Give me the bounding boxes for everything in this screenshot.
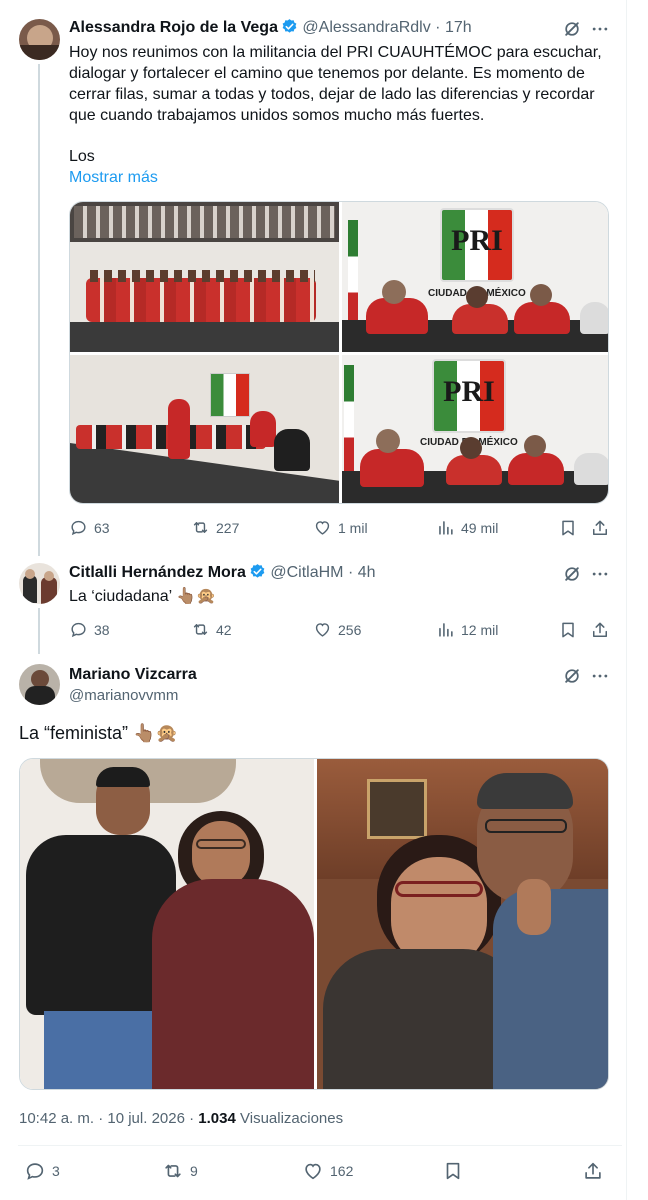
author-handle[interactable]: @AlessandraRdlv — [302, 19, 430, 36]
reply-icon — [69, 518, 88, 537]
share-icon[interactable] — [590, 620, 610, 640]
pri-logo-text: PRI — [443, 375, 495, 408]
dot-separator: · — [435, 19, 441, 36]
more-icon[interactable] — [590, 19, 610, 39]
photo-4[interactable]: PRI CIUDAD DE MÉXICO — [342, 355, 608, 503]
bookmark-icon[interactable] — [558, 518, 578, 538]
reply-icon — [24, 1160, 46, 1182]
more-icon[interactable] — [590, 564, 610, 584]
views-icon — [436, 620, 455, 639]
grok-icon[interactable] — [562, 19, 582, 39]
reply-button[interactable]: 38 — [69, 620, 110, 639]
share-icon[interactable] — [590, 518, 610, 538]
repost-icon — [162, 1160, 184, 1182]
tweet-text: La “feminista” 👆🏽🙊 — [19, 723, 178, 743]
media-grid[interactable] — [19, 758, 609, 1090]
views-total: 1.034 — [198, 1110, 236, 1127]
avatar[interactable] — [19, 563, 60, 604]
like-button[interactable]: 1 mil — [313, 518, 368, 537]
like-icon — [302, 1160, 324, 1182]
repost-count: 42 — [216, 621, 232, 638]
views-button[interactable]: 49 mil — [436, 518, 498, 537]
author-name[interactable]: Citlalli Hernández Mora — [69, 564, 246, 581]
repost-icon — [191, 518, 210, 537]
repost-count: 9 — [190, 1163, 198, 1179]
like-count: 256 — [338, 621, 362, 638]
views-button[interactable]: 12 mil — [436, 620, 498, 639]
reply-count: 38 — [94, 621, 110, 638]
avatar[interactable] — [19, 664, 60, 705]
verified-badge-icon — [281, 18, 298, 35]
views-count: 49 mil — [461, 519, 499, 536]
author-name[interactable]: Alessandra Rojo de la Vega — [69, 19, 278, 36]
more-icon[interactable] — [590, 666, 610, 686]
bookmark-icon[interactable] — [442, 1160, 464, 1182]
like-button[interactable]: 256 — [313, 620, 361, 639]
bookmark-icon[interactable] — [558, 620, 578, 640]
photo-1[interactable] — [20, 759, 314, 1089]
post-timestamp[interactable]: 10:42 a. m. · 10 jul. 2026 · 1.034 Visua… — [19, 1110, 343, 1127]
author-handle[interactable]: @CitlaHM — [270, 564, 343, 581]
share-icon[interactable] — [582, 1160, 604, 1182]
timeline-border — [626, 0, 648, 1200]
reply-count: 3 — [52, 1163, 60, 1179]
thread-line — [38, 608, 40, 654]
views-count: 12 mil — [461, 621, 499, 638]
pri-logo-text: PRI — [451, 224, 503, 257]
reply-icon — [69, 620, 88, 639]
photo-2[interactable] — [317, 759, 608, 1089]
like-icon — [313, 518, 332, 537]
photo-grid[interactable]: PRI CIUDAD DE MÉXICO PRI CIUDAD DE MÉXIC — [69, 201, 609, 504]
avatar[interactable] — [19, 19, 60, 60]
like-count: 162 — [330, 1163, 354, 1179]
author-name[interactable]: Mariano Vizcarra — [69, 666, 197, 684]
repost-count: 227 — [216, 519, 240, 536]
views-icon — [436, 518, 455, 537]
photo-1[interactable] — [70, 202, 339, 352]
reply-button[interactable]: 3 — [24, 1160, 60, 1182]
reply-count: 63 — [94, 519, 110, 536]
repost-button[interactable]: 42 — [191, 620, 232, 639]
divider — [18, 1145, 622, 1146]
tweet-text: La ‘ciudadana’ 👆🏽🙊 — [69, 588, 216, 605]
repost-icon — [191, 620, 210, 639]
timestamp-text: 10:42 a. m. · 10 jul. 2026 · — [19, 1110, 199, 1127]
repost-button[interactable]: 227 — [191, 518, 239, 537]
dot-separator: · — [347, 564, 354, 581]
grok-icon[interactable] — [562, 564, 582, 584]
grok-icon[interactable] — [562, 666, 582, 686]
reply-button[interactable]: 63 — [69, 518, 110, 537]
like-count: 1 mil — [338, 519, 368, 536]
tweet-text-continued: Los — [69, 148, 95, 165]
verified-badge-icon — [249, 563, 266, 580]
post-time[interactable]: 17h — [445, 19, 472, 36]
views-label: Visualizaciones — [240, 1110, 344, 1127]
thread-line — [38, 64, 40, 556]
like-button[interactable]: 162 — [302, 1160, 353, 1182]
post-time[interactable]: 4h — [358, 564, 376, 581]
tweet-text: Hoy nos reunimos con la militancia del P… — [69, 44, 602, 124]
show-more-link[interactable]: Mostrar más — [69, 167, 158, 188]
repost-button[interactable]: 9 — [162, 1160, 198, 1182]
photo-2[interactable]: PRI CIUDAD DE MÉXICO — [342, 202, 608, 352]
like-icon — [313, 620, 332, 639]
photo-3[interactable] — [70, 355, 339, 503]
author-handle[interactable]: @marianovvmm — [69, 687, 178, 704]
